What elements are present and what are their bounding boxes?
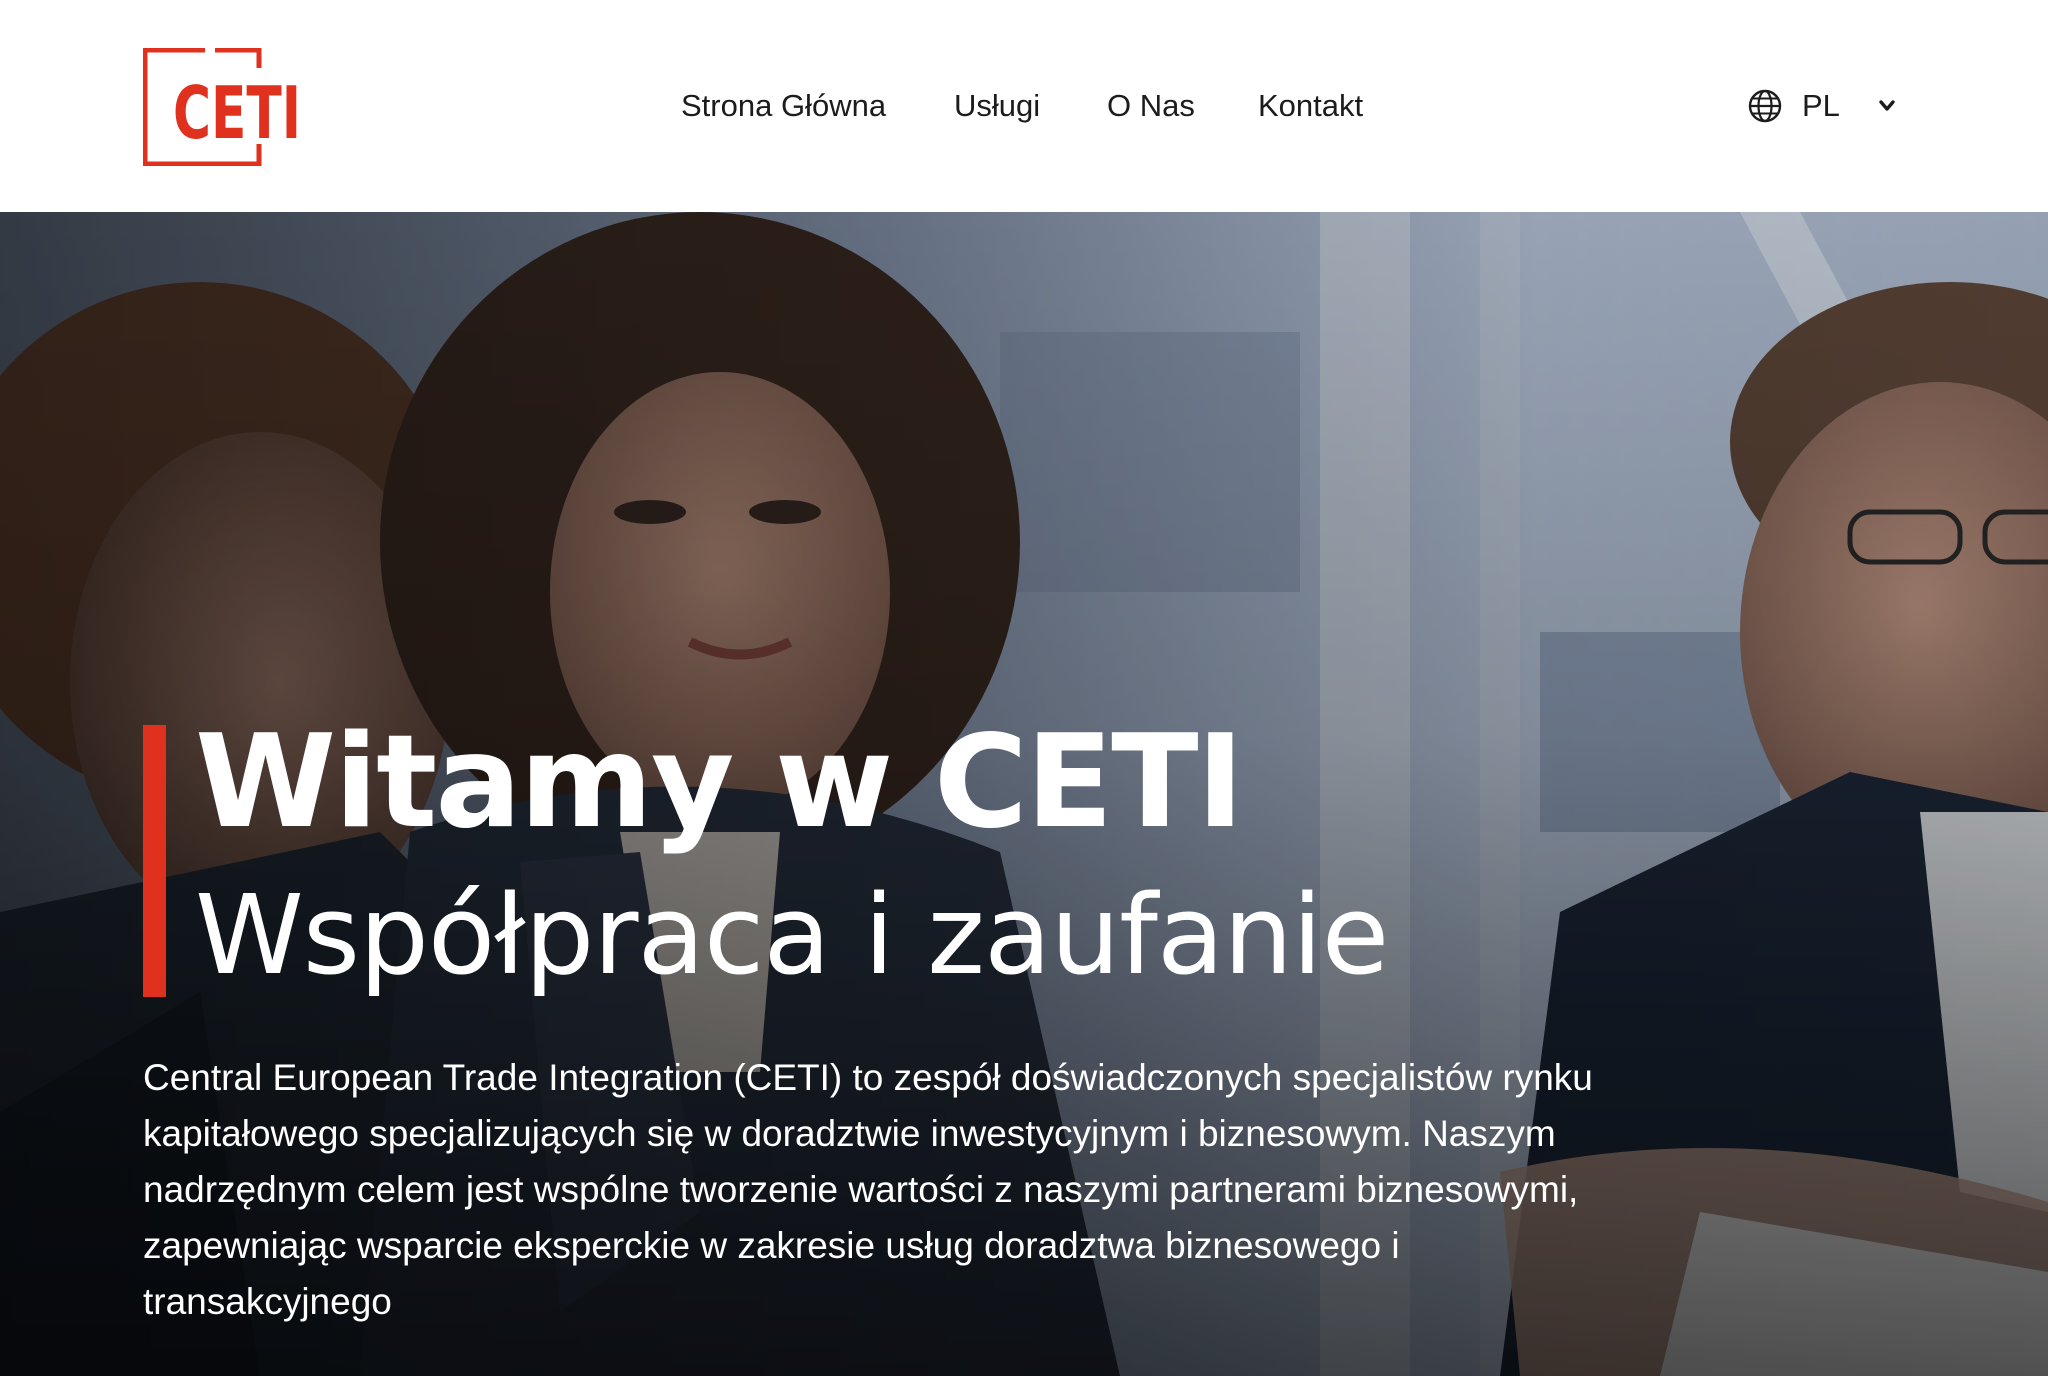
language-code: PL [1802, 88, 1840, 123]
hero-description: Central European Trade Integration (CETI… [143, 1057, 1593, 1322]
nav-item-contact[interactable]: Kontakt [1258, 82, 1363, 130]
nav-item-home[interactable]: Strona Główna [681, 82, 886, 130]
language-selector[interactable]: PL [1748, 84, 1896, 128]
main-nav: Strona Główna Usługi O Nas Kontakt [0, 82, 2048, 130]
nav-item-about[interactable]: O Nas [1107, 82, 1195, 130]
hero-accent-bar [143, 725, 166, 997]
globe-icon [1748, 89, 1782, 123]
hero-section: Witamy w CETI Współpraca i zaufanie Cent… [0, 212, 2048, 1376]
nav-item-services[interactable]: Usługi [954, 82, 1040, 130]
hero-subtitle: Współpraca i zaufanie [195, 871, 1389, 999]
chevron-down-icon [1879, 100, 1895, 111]
hero-title: Witamy w CETI [195, 708, 1244, 857]
site-header: CETI Strona Główna Usługi O Nas Kontakt … [0, 0, 2048, 212]
